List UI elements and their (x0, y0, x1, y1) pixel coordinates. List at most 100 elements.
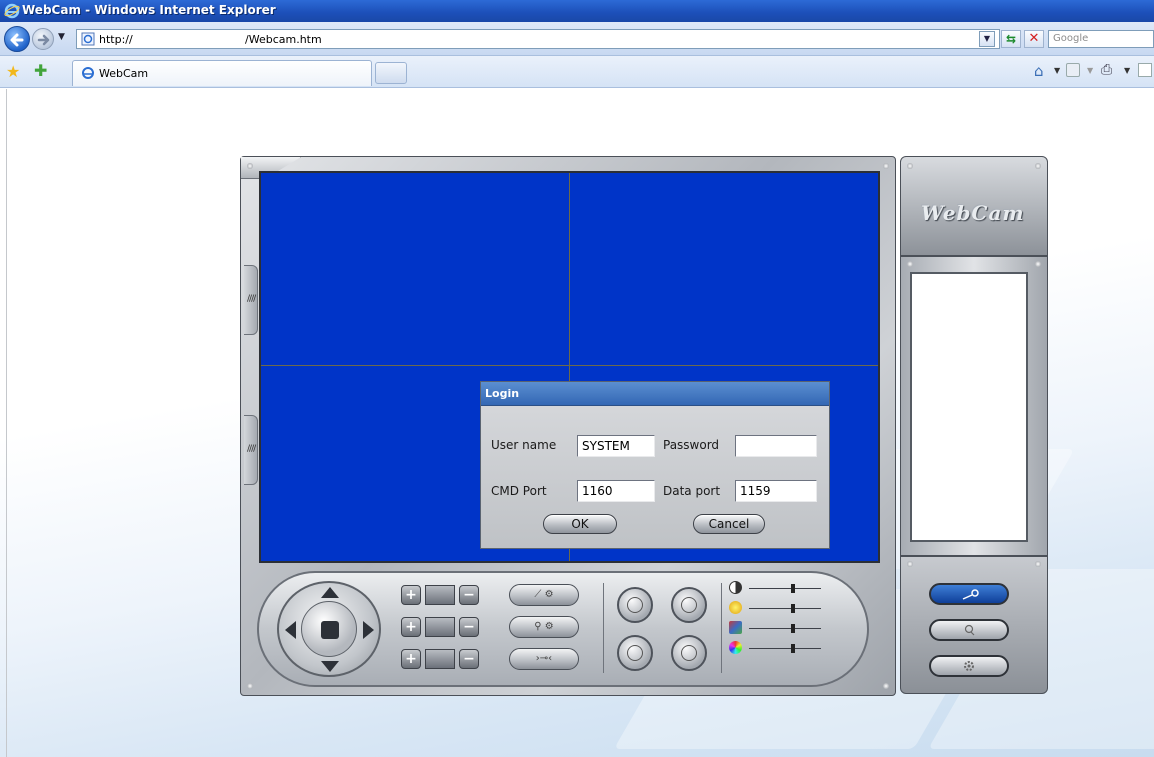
favorites-star-icon[interactable]: ★ (6, 62, 20, 81)
tab-webcam[interactable]: WebCam (72, 60, 372, 86)
arrow-up-icon[interactable] (321, 587, 339, 598)
print-icon[interactable]: ⎙ (1101, 62, 1112, 78)
screw-decoration (883, 683, 889, 689)
login-key-button[interactable] (929, 583, 1009, 605)
screw-decoration (247, 163, 253, 169)
panel-divider (721, 583, 722, 673)
screw-decoration (907, 261, 913, 267)
iris-open-button[interactable]: + (401, 649, 421, 669)
tool-button-3[interactable]: ›⊸‹ (509, 648, 579, 670)
new-tab-button[interactable] (375, 62, 407, 84)
window-titlebar: WebCam - Windows Internet Explorer (0, 0, 1154, 22)
hue-slider[interactable] (749, 648, 821, 649)
ok-button[interactable]: OK (543, 514, 617, 534)
brand-panel: WebCam (900, 156, 1048, 256)
focus-out-button[interactable]: − (459, 617, 479, 637)
camera-list[interactable] (910, 272, 1028, 542)
saturation-slider-thumb[interactable] (791, 624, 795, 633)
stop-square-icon[interactable] (321, 621, 339, 639)
gear-icon (964, 661, 974, 671)
address-bar: ▼ http:// /Webcam.htm ▼ ⇆ ✕ Google (0, 22, 1154, 56)
arrow-left-icon[interactable] (285, 621, 296, 639)
settings-button[interactable] (929, 655, 1009, 677)
brightness-icon (729, 601, 742, 614)
page-menu-icon[interactable] (1138, 63, 1152, 77)
side-grip-handle[interactable]: //// (244, 265, 258, 335)
hue-slider-thumb[interactable] (791, 644, 795, 653)
zoom-in-button[interactable]: + (401, 585, 421, 605)
focus-in-button[interactable]: + (401, 617, 421, 637)
iris-close-button[interactable]: − (459, 649, 479, 669)
stop-button[interactable]: ✕ (1024, 30, 1044, 48)
brightness-slider-thumb[interactable] (791, 604, 795, 613)
password-field[interactable] (735, 435, 817, 457)
tab-label: WebCam (99, 67, 149, 80)
back-button[interactable] (4, 26, 30, 52)
search-input[interactable]: Google (1048, 30, 1154, 48)
history-dropdown-icon[interactable]: ▼ (58, 32, 65, 42)
layout-16-button[interactable] (671, 635, 707, 671)
forward-arrow-icon (37, 34, 50, 46)
tab-ie-icon (82, 67, 94, 79)
address-dropdown-icon[interactable]: ▼ (979, 31, 995, 47)
screw-decoration (883, 163, 889, 169)
screw-decoration (907, 561, 913, 567)
function-buttons-panel (900, 556, 1048, 694)
magnifier-icon (964, 624, 975, 636)
arrow-down-icon[interactable] (321, 661, 339, 672)
contrast-slider[interactable] (749, 588, 821, 589)
tool-button-1[interactable]: ⟋ ⚙ (509, 584, 579, 606)
arrow-right-icon[interactable] (363, 621, 374, 639)
login-dialog: Login User name SYSTEM Password CMD Port… (480, 381, 830, 549)
hue-icon (729, 641, 742, 654)
key-icon (962, 589, 979, 600)
home-icon[interactable]: ⌂ (1034, 62, 1044, 80)
address-field[interactable]: http:// /Webcam.htm (76, 29, 1000, 49)
password-label: Password (663, 438, 720, 452)
data-port-field[interactable]: 1159 (735, 480, 817, 502)
layout-4-button[interactable] (671, 587, 707, 623)
zoom-out-button[interactable]: − (459, 585, 479, 605)
contrast-slider-thumb[interactable] (791, 584, 795, 593)
tool-button-2[interactable]: ⚲ ⚙ (509, 616, 579, 638)
screw-decoration (1035, 261, 1041, 267)
username-field[interactable]: SYSTEM (577, 435, 655, 457)
screw-decoration (1035, 561, 1041, 567)
screw-decoration (1035, 163, 1041, 169)
pan-tilt-dpad-icon[interactable] (277, 581, 381, 677)
back-arrow-icon (10, 33, 24, 47)
cmd-port-field[interactable]: 1160 (577, 480, 655, 502)
print-dropdown-icon[interactable]: ▼ (1124, 66, 1130, 75)
refresh-button[interactable]: ⇆ (1001, 30, 1021, 48)
cmd-port-label: CMD Port (491, 484, 547, 498)
layout-9-button[interactable] (617, 635, 653, 671)
grid-divider-horizontal (261, 365, 878, 366)
webcam-logo: WebCam (921, 201, 1025, 225)
ptz-control-panel: + − ⟋ ⚙ + − ⚲ ⚙ + − ›⊸‹ (257, 571, 869, 687)
layout-1-button[interactable] (617, 587, 653, 623)
home-dropdown-icon[interactable]: ▼ (1054, 66, 1060, 75)
add-favorites-icon[interactable]: ✚ (34, 61, 47, 80)
data-port-label: Data port (663, 484, 721, 498)
window-title: WebCam - Windows Internet Explorer (22, 3, 276, 17)
saturation-slider[interactable] (749, 628, 821, 629)
iris-icon (425, 649, 455, 669)
page-left-border (6, 89, 7, 757)
login-dialog-title: Login (481, 382, 829, 406)
page-ie-icon (81, 32, 95, 46)
contrast-icon (729, 581, 742, 594)
search-button[interactable] (929, 619, 1009, 641)
feeds-icon[interactable] (1066, 63, 1080, 77)
url-path: /Webcam.htm (245, 33, 322, 46)
username-label: User name (491, 438, 557, 452)
brightness-slider[interactable] (749, 608, 821, 609)
ie-logo-icon (4, 3, 20, 19)
screw-decoration (247, 683, 253, 689)
url-scheme: http:// (99, 33, 133, 46)
tab-bar: ★ ✚ WebCam ⌂ ▼ ▼ ⎙ ▼ (0, 56, 1154, 88)
feeds-dropdown-icon[interactable]: ▼ (1087, 66, 1093, 75)
side-grip-handle[interactable]: //// (244, 415, 258, 485)
forward-button[interactable] (32, 28, 54, 50)
zoom-icon (425, 585, 455, 605)
cancel-button[interactable]: Cancel (693, 514, 765, 534)
